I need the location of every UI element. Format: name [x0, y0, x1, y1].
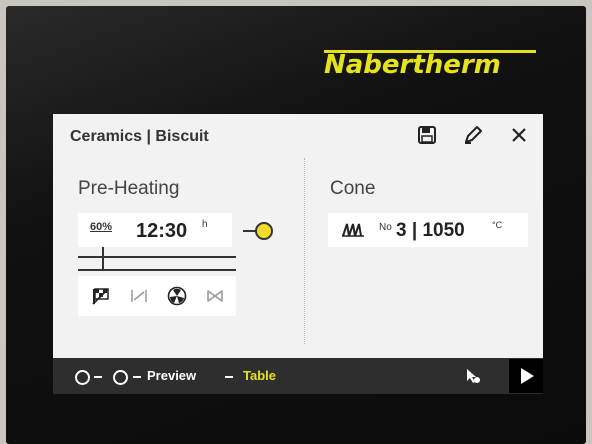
play-icon	[521, 368, 534, 384]
segment-time: 12:30	[136, 220, 188, 242]
step-dash	[94, 376, 102, 378]
bottom-navigation-bar: Preview Table	[53, 358, 543, 394]
pre-heating-label: Pre-Heating	[78, 178, 180, 199]
ramp-icon[interactable]	[129, 286, 149, 306]
rate-indicator: 60%	[90, 221, 113, 233]
program-panel: Ceramics | Biscuit Pre-Heating Cone 60% …	[53, 114, 543, 358]
cone-value: 3 | 1050	[396, 220, 465, 241]
preview-link[interactable]: Preview	[147, 368, 196, 383]
pointer-icon[interactable]	[465, 368, 481, 384]
cone-label: Cone	[330, 178, 376, 199]
save-icon[interactable]	[417, 125, 437, 145]
pencil-icon[interactable]	[463, 125, 483, 145]
control-icons-card	[78, 276, 236, 316]
program-title: Ceramics | Biscuit	[70, 128, 209, 145]
valve-icon[interactable]	[205, 286, 225, 306]
step-dash	[133, 376, 141, 378]
brand-logo: Nabertherm	[324, 50, 501, 80]
status-dot	[255, 222, 273, 240]
segment-time-unit: h	[202, 219, 208, 230]
close-icon[interactable]	[509, 125, 529, 145]
segment-timeline	[78, 247, 238, 271]
cone-number-prefix: No	[379, 222, 392, 233]
cone-flame-icon	[342, 223, 364, 237]
cone-temp-unit: °C	[492, 220, 503, 230]
time-segment-card[interactable]: 60% 12:30 h	[78, 213, 232, 247]
column-divider	[304, 158, 305, 344]
flag-icon[interactable]	[91, 286, 111, 306]
step-indicator-1[interactable]	[75, 370, 90, 385]
fan-icon[interactable]	[167, 286, 187, 306]
play-button[interactable]	[509, 359, 543, 393]
step-indicator-2[interactable]	[113, 370, 128, 385]
table-link[interactable]: Table	[243, 368, 276, 383]
step-dash	[225, 376, 233, 378]
cone-value-card[interactable]: No 3 | 1050 °C	[328, 213, 528, 247]
